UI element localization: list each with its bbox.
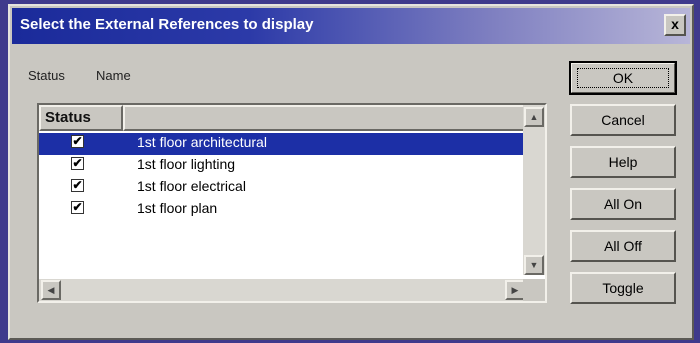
- toggle-label: Toggle: [602, 280, 644, 296]
- scroll-right-icon[interactable]: ▶: [505, 280, 525, 300]
- dialog-title: Select the External References to displa…: [20, 16, 314, 33]
- check-icon[interactable]: ✔: [71, 157, 84, 170]
- check-icon[interactable]: ✔: [71, 135, 84, 148]
- title-bar[interactable]: Select the External References to displa…: [12, 8, 690, 44]
- row-name: 1st floor architectural: [137, 134, 267, 150]
- scroll-up-icon[interactable]: ▲: [524, 107, 544, 127]
- external-references-dialog: Select the External References to displa…: [8, 4, 694, 340]
- name-column-label: Name: [96, 68, 131, 83]
- xref-list[interactable]: Status ✔ 1st floor architectural ✔ 1st f…: [37, 103, 547, 303]
- list-item[interactable]: ✔ 1st floor electrical: [39, 177, 525, 199]
- toggle-button[interactable]: Toggle: [570, 272, 676, 304]
- ok-button[interactable]: OK: [569, 61, 677, 95]
- status-column-label: Status: [28, 68, 65, 83]
- all-on-label: All On: [603, 196, 643, 212]
- check-icon[interactable]: ✔: [71, 201, 84, 214]
- vertical-scrollbar[interactable]: ▲ ▼: [523, 105, 545, 275]
- cancel-button[interactable]: Cancel: [570, 104, 676, 136]
- row-name: 1st floor lighting: [137, 156, 236, 172]
- focus-rect: [577, 68, 669, 88]
- all-off-button[interactable]: All Off: [570, 230, 676, 262]
- scroll-left-icon[interactable]: ◀: [41, 280, 61, 300]
- scroll-down-icon[interactable]: ▼: [524, 255, 544, 275]
- help-label: Help: [608, 154, 638, 170]
- all-on-button[interactable]: All On: [570, 188, 676, 220]
- horizontal-scrollbar[interactable]: ◀ ▶: [39, 279, 525, 301]
- list-item[interactable]: ✔ 1st floor architectural: [39, 133, 525, 155]
- row-name: 1st floor electrical: [137, 178, 246, 194]
- close-icon: x: [671, 16, 679, 32]
- status-header[interactable]: Status: [39, 105, 123, 131]
- close-button[interactable]: x: [664, 14, 686, 36]
- list-item[interactable]: ✔ 1st floor plan: [39, 199, 525, 221]
- list-item[interactable]: ✔ 1st floor lighting: [39, 155, 525, 177]
- help-button[interactable]: Help: [570, 146, 676, 178]
- check-icon[interactable]: ✔: [71, 179, 84, 192]
- row-name: 1st floor plan: [137, 200, 218, 216]
- scrollbar-corner: [523, 279, 545, 301]
- list-header: Status: [39, 105, 525, 131]
- cancel-label: Cancel: [601, 112, 645, 128]
- name-header[interactable]: [123, 105, 525, 131]
- all-off-label: All Off: [604, 238, 642, 254]
